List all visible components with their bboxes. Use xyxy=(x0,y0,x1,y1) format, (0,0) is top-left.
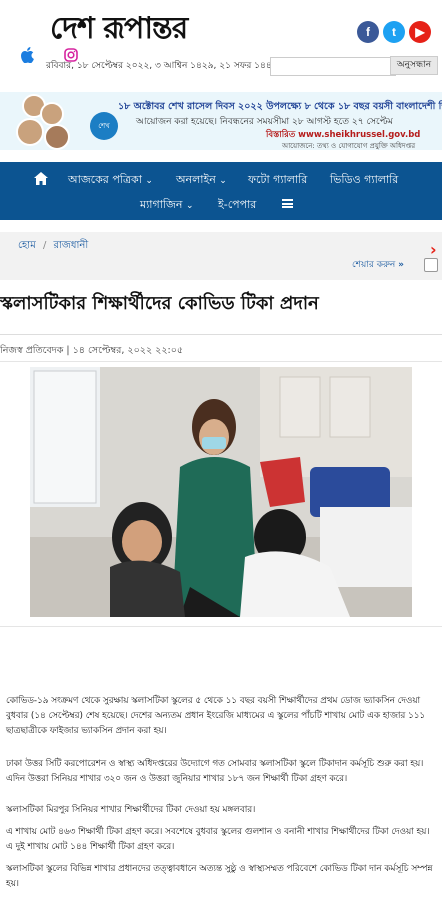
youtube-icon[interactable]: ▶ xyxy=(409,21,431,43)
portrait-image xyxy=(40,102,64,126)
chevron-down-icon: ⌄ xyxy=(185,201,194,211)
divider xyxy=(0,334,442,335)
banner-subline: আয়োজন করা হয়েছে। নিবন্ধনের সময়সীমা ২৮… xyxy=(136,117,393,127)
vaccination-photo xyxy=(30,367,412,617)
next-arrow-icon[interactable]: › xyxy=(430,240,442,260)
breadcrumb-home[interactable]: হোম xyxy=(18,240,36,251)
home-icon[interactable] xyxy=(34,172,48,185)
print-icon[interactable] xyxy=(424,258,438,272)
nav-item-online[interactable]: অনলাইন ⌄ xyxy=(176,171,227,190)
chevron-down-icon: ⌄ xyxy=(219,176,227,186)
breadcrumb-separator: / xyxy=(42,240,47,251)
dateline: রবিবার, ১৮ সেপ্টেম্বর ২০২২, ৩ আশ্বিন ১৪২… xyxy=(46,61,278,71)
site-logo[interactable]: দেশ রূপান্তর xyxy=(50,4,280,46)
article-paragraph: ঢাকা উত্তর সিটি করপোরেশন ও স্বাস্থ্য অধি… xyxy=(6,759,424,784)
nav-item-photo-gallery[interactable]: ফটো গ্যালারি xyxy=(248,171,307,190)
divider xyxy=(0,626,442,627)
share-label: শেয়ার করুন xyxy=(352,260,396,270)
twitter-icon[interactable]: t xyxy=(383,21,405,43)
breadcrumb-section[interactable]: রাজধানী xyxy=(54,240,89,251)
portrait-image xyxy=(16,118,44,146)
nav-item-label: ম্যাগাজিন xyxy=(140,198,183,211)
article-paragraph: কোভিড-১৯ সংক্রমণ থেকে সুরক্ষায় স্কলাসটি… xyxy=(6,696,426,736)
banner-organizer: আয়োজনে: তথ্য ও যোগাযোগ প্রযুক্তি অধিদপ্… xyxy=(282,142,416,150)
apple-icon[interactable] xyxy=(21,47,35,63)
facebook-icon[interactable]: f xyxy=(357,21,379,43)
sheikh-russel-logo: শেখ রাসেল xyxy=(90,112,118,140)
nav-item-epaper[interactable]: ই-পেপার xyxy=(218,196,256,215)
article-byline: নিজস্ব প্রতিবেদক | ১৪ সেপ্টেম্বর, ২০২২ ২… xyxy=(0,345,184,356)
article-title: স্কলাসটিকার শিক্ষার্থীদের কোভিড টিকা প্র… xyxy=(0,293,319,314)
main-navigation: আজকের পত্রিকা ⌄ অনলাইন ⌄ ফটো গ্যালারি ভি… xyxy=(0,162,442,220)
nav-item-magazine[interactable]: ম্যাগাজিন ⌄ xyxy=(140,196,194,215)
article-paragraph: এ শাখায় মোট ৪৬৩ শিক্ষার্থী টিকা গ্রহণ ক… xyxy=(6,827,430,852)
chevron-double-right-icon: » xyxy=(398,260,404,270)
chevron-down-icon: ⌄ xyxy=(145,176,153,186)
divider xyxy=(0,361,442,362)
nav-item-todays-paper[interactable]: আজকের পত্রিকা ⌄ xyxy=(68,171,153,190)
article-photo xyxy=(30,367,412,617)
nav-item-label: অনলাইন xyxy=(176,173,216,186)
nav-item-label: আজকের পত্রিকা xyxy=(68,173,142,186)
search-button[interactable]: অনুসন্ধান xyxy=(390,56,438,75)
article-paragraph: স্কলাসটিকা মিরপুর সিনিয়র শাখার শিক্ষার্… xyxy=(6,805,256,815)
nav-item-video-gallery[interactable]: ভিডিও গ্যালারি xyxy=(330,171,398,190)
share-button[interactable]: শেয়ার করুন » xyxy=(352,257,404,272)
breadcrumb: হোম / রাজধানী xyxy=(18,238,88,255)
promo-banner[interactable]: শেখ রাসেল ১৮ অক্টোবর শেখ রাসেল দিবস ২০২২… xyxy=(0,92,442,150)
menu-icon[interactable] xyxy=(282,199,293,208)
banner-headline: ১৮ অক্টোবর শেখ রাসেল দিবস ২০২২ উপলক্ষ্যে… xyxy=(118,101,442,112)
article-paragraph: স্কলাসটিকা স্কুলের বিভিন্ন শাখার প্রধানদ… xyxy=(6,864,433,889)
search-input[interactable] xyxy=(270,57,396,76)
portrait-image xyxy=(44,124,70,150)
